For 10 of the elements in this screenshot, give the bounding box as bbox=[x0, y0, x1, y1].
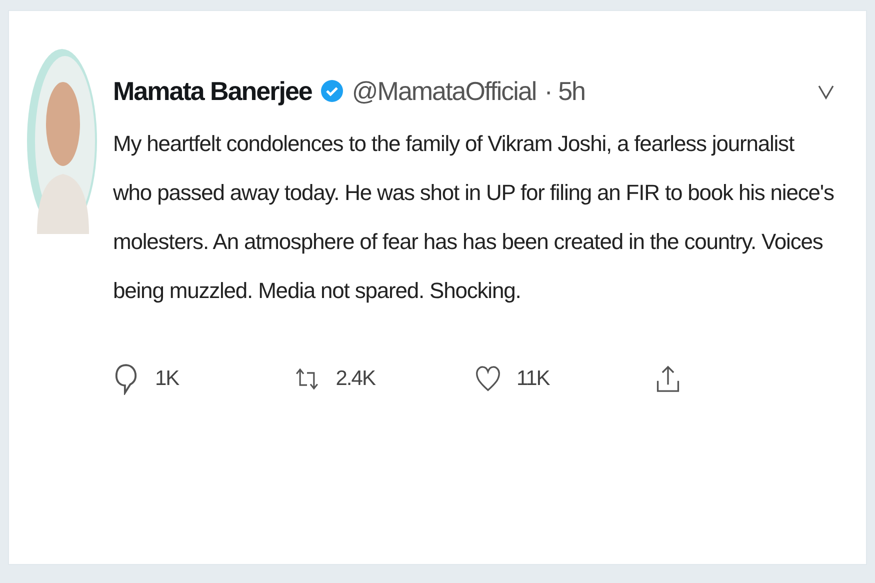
user-name[interactable]: Mamata Banerjee bbox=[113, 76, 312, 106]
share-icon[interactable] bbox=[655, 363, 682, 395]
tweet-text: My heartfelt condolences to the family of Vikram Joshi, a fearless journalist who passed away today. He was shot in UP for filing an FIR to book his niece's molesters. An atmosphere of fear has has been created in the country. Voices being muzzled. Media not spared. Shocking. bbox=[113, 130, 835, 305]
action-count: 1K bbox=[155, 367, 179, 391]
user-handle[interactable]: @MamataOfficial bbox=[352, 76, 536, 106]
action-count: 11K bbox=[516, 367, 550, 391]
timestamp: · 5h bbox=[544, 76, 586, 106]
action-count: 2.4K bbox=[336, 367, 375, 391]
speech-bubble-icon[interactable] bbox=[113, 363, 139, 395]
avatar-icon bbox=[27, 49, 97, 234]
